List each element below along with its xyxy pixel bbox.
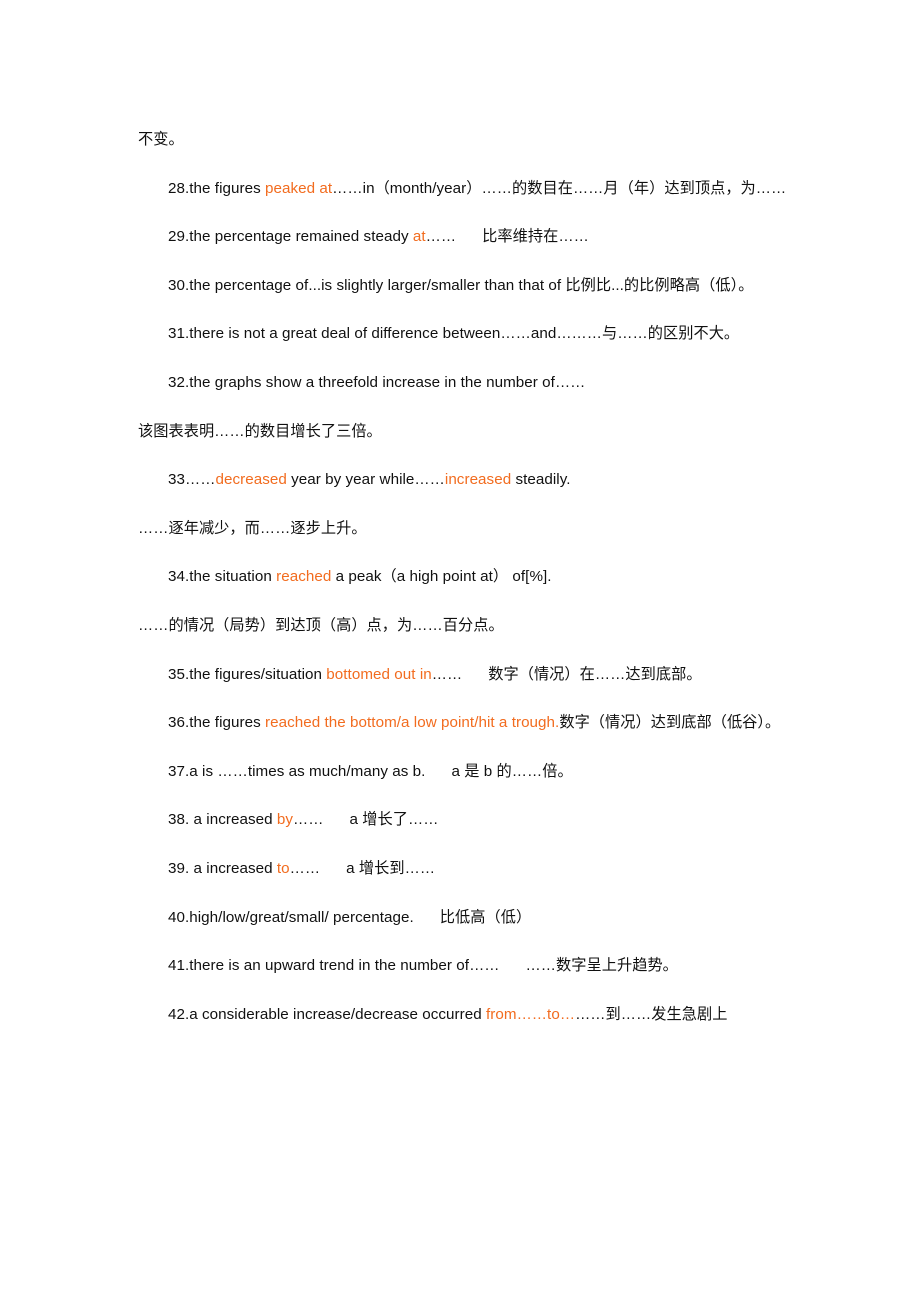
line-42: 42.a considerable increase/decrease occu… bbox=[138, 991, 798, 1040]
highlighted-phrase: by bbox=[276, 811, 294, 829]
line-33: 33……decreased year by year while……increa… bbox=[138, 456, 798, 505]
highlighted-phrase: to bbox=[276, 859, 290, 877]
plain-text: ……in（month/year）……的数目在……月（年）达到顶点，为…… bbox=[332, 179, 787, 197]
plain-text: ……到……发生急剧上 bbox=[575, 1005, 728, 1023]
line-32-cn: 该图表表明……的数目增长了三倍。 bbox=[138, 408, 798, 457]
plain-text: 32.the graphs show a threefold increase … bbox=[168, 373, 586, 391]
plain-text: 35.the figures/situation bbox=[168, 665, 327, 683]
plain-text: steadily. bbox=[511, 471, 571, 489]
plain-text: ……的情况（局势）到达顶（高）点，为……百分点。 bbox=[138, 616, 504, 634]
plain-text: 41.there is an upward trend in the numbe… bbox=[168, 957, 500, 975]
line-37: 37.a is ……times as much/many as b. a 是 b … bbox=[138, 748, 798, 797]
line-30: 30.the percentage of...is slightly large… bbox=[138, 262, 798, 311]
plain-text: 29.the percentage bbox=[168, 228, 296, 246]
plain-text: …… bbox=[425, 228, 457, 246]
plain-text: 28.the figures bbox=[168, 179, 265, 197]
plain-text: 数字（情况）达到底部（低谷）。 bbox=[559, 714, 781, 732]
plain-text: 38. a increased bbox=[168, 811, 277, 829]
document-text-body: 不变。 28.the figures peaked at……in（month/ye… bbox=[138, 116, 798, 1039]
plain-text: ……逐年减少，而……逐步上升。 bbox=[138, 519, 367, 537]
plain-text: steady bbox=[359, 228, 413, 246]
highlighted-phrase: at bbox=[412, 228, 426, 246]
line-40: 40.high/low/great/small/ percentage. 比低高（… bbox=[138, 894, 798, 943]
plain-text: 数字（情况）在……达到底部。 bbox=[488, 665, 702, 683]
plain-text: 31.there is not a great deal of differen… bbox=[168, 325, 740, 343]
line-continuation-27: 不变。 bbox=[138, 116, 798, 165]
plain-text: 该图表表明……的数目增长了三倍。 bbox=[138, 422, 382, 440]
plain-text: a 增长到…… bbox=[346, 859, 436, 877]
plain-text: 36.the figures bbox=[168, 714, 265, 732]
plain-text: a 增长了…… bbox=[349, 811, 439, 829]
plain-text: 比率维持在…… bbox=[482, 228, 589, 246]
document-page: 不变。 28.the figures peaked at……in（month/ye… bbox=[0, 0, 920, 1302]
line-31: 31.there is not a great deal of differen… bbox=[138, 310, 798, 359]
plain-text: 34.the situation bbox=[168, 568, 277, 586]
plain-text: a 是 b 的……倍。 bbox=[451, 762, 573, 780]
highlighted-phrase: peaked at bbox=[265, 179, 333, 197]
line-41: 41.there is an upward trend in the numbe… bbox=[138, 942, 798, 991]
highlighted-phrase: bottomed out in bbox=[326, 665, 432, 683]
plain-text: a peak（a high point at） of[%]. bbox=[331, 568, 552, 586]
line-29: 29.the percentage remained steady at…… 比率… bbox=[138, 213, 798, 262]
plain-text: remained bbox=[295, 228, 360, 246]
line-33-cn: ……逐年减少，而……逐步上升。 bbox=[138, 505, 798, 554]
plain-text: 33…… bbox=[168, 471, 216, 489]
plain-text: 40.high/low/great/small/ percentage. bbox=[168, 908, 414, 926]
plain-text: 37.a is ……times as much/many as b. bbox=[168, 762, 426, 780]
highlighted-phrase: reached the bottom/a low point/hit a tro… bbox=[265, 714, 560, 732]
plain-text: 30.the percentage of...is slightly large… bbox=[168, 276, 754, 294]
plain-text: 42.a considerable increase/decrease occu… bbox=[168, 1005, 486, 1023]
line-35: 35.the figures/situation bottomed out in… bbox=[138, 651, 798, 700]
highlighted-phrase: from……to… bbox=[486, 1005, 576, 1023]
line-32: 32.the graphs show a threefold increase … bbox=[138, 359, 798, 408]
highlighted-phrase: increased bbox=[444, 471, 512, 489]
plain-text: …… bbox=[431, 665, 463, 683]
plain-text: 不变。 bbox=[138, 131, 184, 148]
line-34: 34.the situation reached a peak（a high p… bbox=[138, 553, 798, 602]
line-36: 36.the figures reached the bottom/a low … bbox=[138, 699, 798, 748]
plain-text: …… bbox=[289, 859, 321, 877]
highlighted-phrase: reached bbox=[276, 568, 332, 586]
line-34-cn: ……的情况（局势）到达顶（高）点，为……百分点。 bbox=[138, 602, 798, 651]
highlighted-phrase: decreased bbox=[215, 471, 287, 489]
plain-text: year by year while…… bbox=[286, 471, 445, 489]
plain-text: 比低高（低） bbox=[439, 908, 532, 926]
plain-text: ……数字呈上升趋势。 bbox=[525, 957, 678, 975]
plain-text: …… bbox=[293, 811, 324, 829]
line-28: 28.the figures peaked at……in（month/year）… bbox=[138, 165, 798, 214]
plain-text: 39. a increased bbox=[168, 859, 277, 877]
line-38: 38. a increased by…… a 增长了…… bbox=[138, 796, 798, 845]
line-39: 39. a increased to…… a 增长到…… bbox=[138, 845, 798, 894]
